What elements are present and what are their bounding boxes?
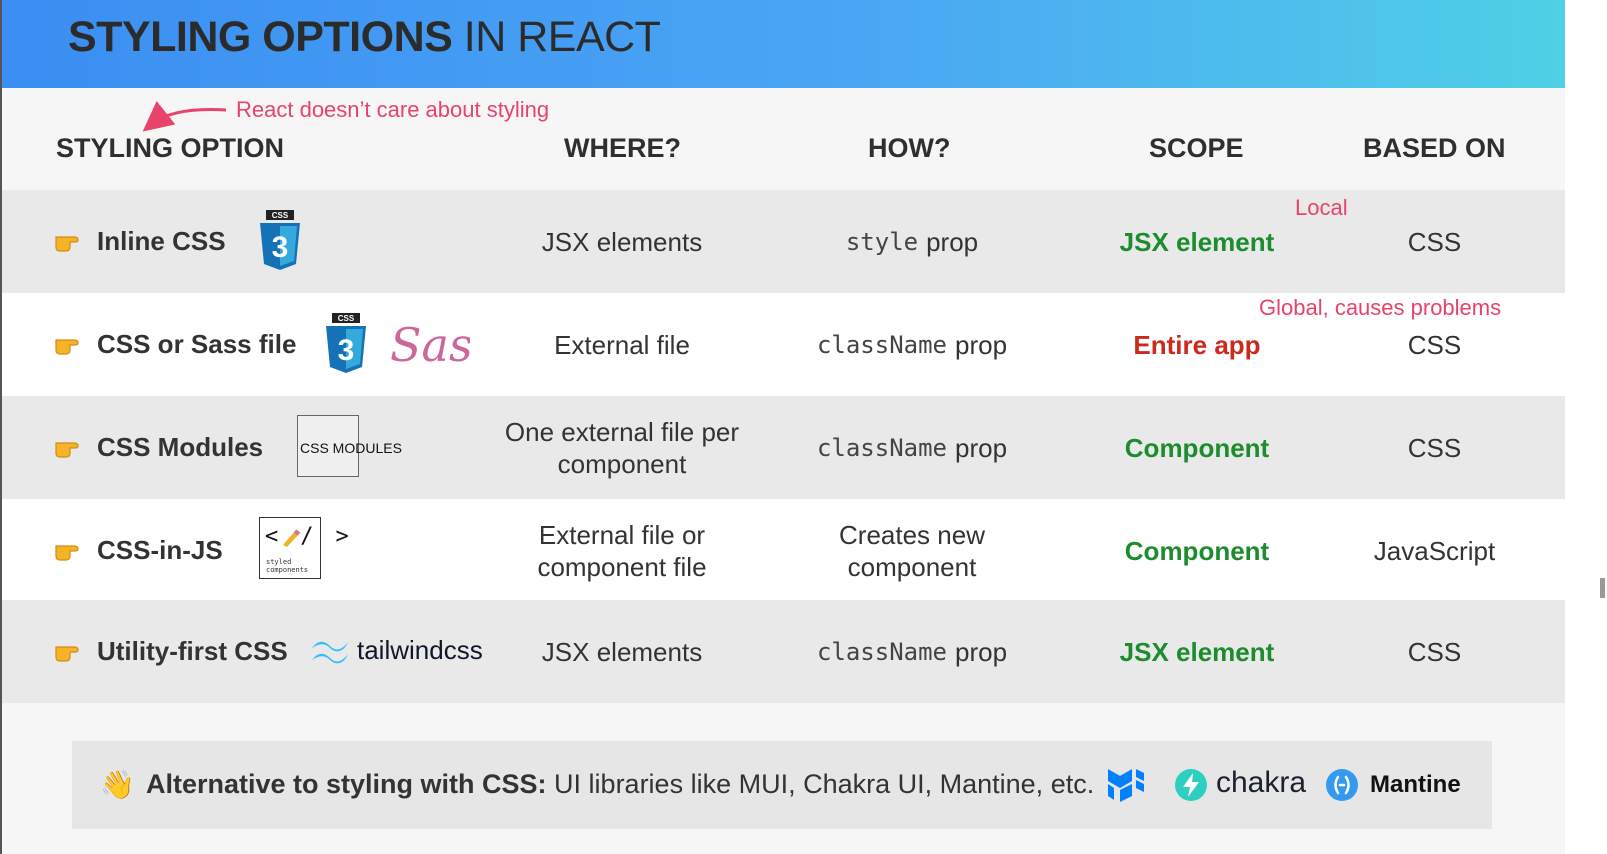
mantine-logo (1326, 769, 1358, 801)
arrow-react-note (142, 101, 227, 132)
where-cell: JSX elements (541, 226, 703, 257)
based-on-cell: JavaScript (1373, 535, 1496, 566)
based-on-cell: CSS (1407, 226, 1462, 257)
table-row: CSS Modules CSS MODULES One external fil… (2, 396, 1565, 499)
svg-text:CSS: CSS (272, 211, 289, 220)
where-cell: One external file per component (504, 416, 740, 479)
css3-logo: CSS 3 (326, 313, 366, 373)
where-cell: External file or component file (537, 519, 707, 582)
column-header-where: WHERE? (564, 133, 681, 163)
css3-logo: CSS 3 (260, 210, 300, 270)
option-name: CSS Modules (97, 432, 264, 462)
scope-cell: JSX element (1119, 226, 1275, 257)
pointing-hand-icon (55, 236, 79, 252)
svg-text:Sass: Sass (390, 318, 470, 372)
option-name: CSS-in-JS (97, 535, 223, 565)
column-header-how: HOW? (868, 133, 951, 163)
option-name: Utility-first CSS (97, 636, 288, 666)
waving-hand-icon: 👋 (100, 769, 135, 800)
based-on-cell: CSS (1407, 432, 1462, 463)
sass-logo: Sass (390, 318, 470, 372)
slide: STYLING OPTIONS IN REACT React doesn’t c… (0, 0, 1565, 854)
tailwind-wordmark: tailwindcss (357, 635, 483, 665)
chakra-wordmark: chakra (1216, 766, 1307, 799)
chakra-logo (1175, 769, 1207, 801)
svg-text:CSS: CSS (338, 314, 355, 323)
column-header-scope: SCOPE (1149, 133, 1244, 163)
table-row: CSS or Sass file CSS 3 Sass External fil… (2, 293, 1565, 396)
scrollbar-thumb[interactable] (1600, 578, 1605, 598)
based-on-cell: CSS (1407, 636, 1462, 667)
note-local: Local (1295, 195, 1348, 220)
how-cell: className prop (816, 432, 1008, 463)
table-row: Inline CSS CSS 3 JSX elements style prop … (2, 190, 1565, 293)
how-cell: className prop (816, 636, 1008, 667)
where-cell: JSX elements (541, 636, 703, 667)
scope-cell: Component (1124, 535, 1270, 566)
scope-cell: Component (1124, 432, 1270, 463)
mui-logo (1108, 769, 1144, 802)
column-header-based-on: BASED ON (1363, 133, 1506, 163)
pointing-hand-icon (55, 545, 79, 561)
pointing-hand-icon (55, 339, 79, 355)
css-modules-logo: CSS MODULES (297, 415, 402, 477)
option-name: CSS or Sass file (97, 329, 297, 359)
alternatives-box: 👋 Alternative to styling with CSS: UI li… (72, 741, 1492, 829)
svg-text:3: 3 (338, 334, 355, 367)
how-cell: Creates new component (839, 519, 985, 582)
where-cell: External file (554, 329, 690, 360)
pointing-hand-icon (55, 442, 79, 458)
column-header-option: STYLING OPTION (56, 133, 285, 163)
scope-cell: JSX element (1119, 636, 1275, 667)
alternatives-text: Alternative to styling with CSS: UI libr… (146, 769, 1095, 799)
option-name: Inline CSS (97, 226, 226, 256)
how-cell: className prop (816, 329, 1008, 360)
how-cell: style prop (845, 226, 979, 257)
mantine-wordmark: Mantine (1370, 771, 1461, 798)
tailwind-logo (312, 641, 348, 664)
note-global: Global, causes problems (1259, 295, 1502, 320)
note-react-styling: React doesn’t care about styling (236, 97, 550, 122)
table-row: Utility-first CSS tailwindcss JSX elemen… (2, 600, 1565, 703)
table-row: CSS-in-JS </> styled components External… (2, 499, 1565, 602)
svg-text:3: 3 (272, 231, 289, 264)
styled-components-logo: </> styled components (259, 517, 349, 579)
pointing-hand-icon (55, 646, 79, 662)
